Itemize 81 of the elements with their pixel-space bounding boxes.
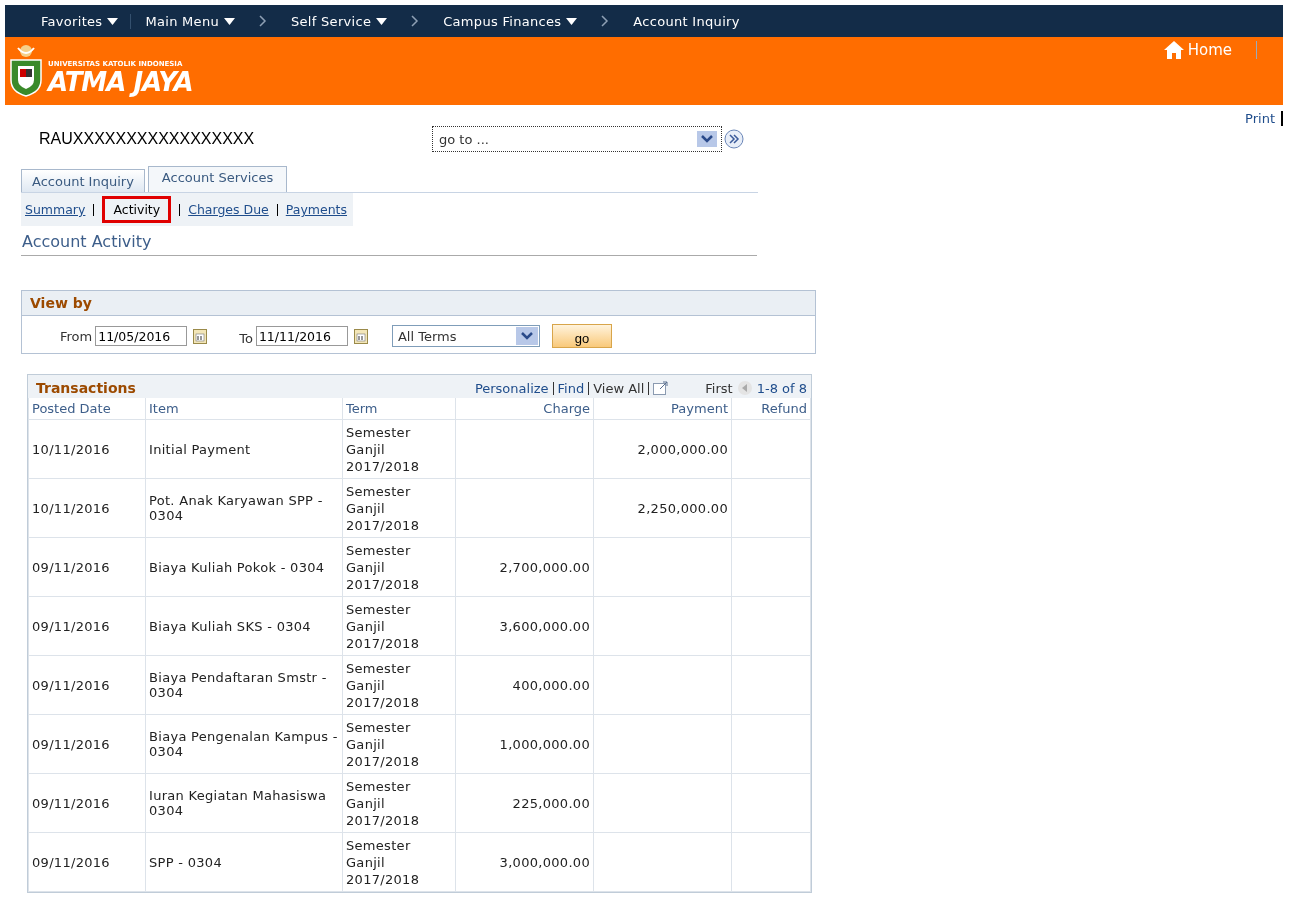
- table-cell: 10/11/2016: [28, 478, 146, 538]
- table-cell: 09/11/2016: [28, 596, 146, 656]
- from-label: From: [60, 328, 93, 344]
- dropdown-arrow-icon: [376, 17, 388, 25]
- go-button[interactable]: go: [551, 324, 612, 348]
- column-header: Term: [342, 398, 456, 420]
- table-cell: 09/11/2016: [28, 537, 146, 597]
- table-cell: Biaya Pengenalan Kampus - 0304: [145, 714, 343, 774]
- nav-menu-item[interactable]: Campus Finances: [429, 13, 592, 29]
- dropdown-arrow-icon: [224, 17, 235, 25]
- print-link[interactable]: Print: [1245, 111, 1283, 126]
- chevron-icon: [411, 15, 420, 27]
- table-cell: SPP - 0304: [145, 832, 343, 892]
- table-cell: Pot. Anak Karyawan SPP - 0304: [145, 478, 343, 538]
- nav-menu-item[interactable]: Main Menu: [131, 13, 249, 29]
- view-all-text: View All: [593, 380, 645, 396]
- student-name: RAUXXXXXXXXXXXXXXXXX: [38, 130, 256, 148]
- table-cell: 3,000,000.00: [455, 832, 594, 892]
- tab[interactable]: Account Inquiry: [21, 169, 145, 192]
- table-cell: Semester Ganjil 2017/2018: [342, 773, 456, 833]
- table-cell: 09/11/2016: [28, 832, 146, 892]
- table-cell: Semester Ganjil 2017/2018: [342, 714, 456, 774]
- subnav-link[interactable]: Summary: [25, 202, 86, 217]
- grid-title: Transactions: [36, 380, 136, 396]
- table-cell: 09/11/2016: [28, 714, 146, 774]
- dropdown-arrow-icon: [566, 17, 578, 25]
- column-header: Refund: [731, 398, 811, 420]
- table-cell: 3,600,000.00: [455, 596, 594, 656]
- table-cell: Semester Ganjil 2017/2018: [342, 478, 456, 538]
- to-label: To: [239, 331, 253, 346]
- table-cell: 225,000.00: [455, 773, 594, 833]
- subnav-link[interactable]: Payments: [285, 202, 347, 217]
- table-cell: Biaya Kuliah Pokok - 0304: [145, 537, 343, 597]
- table-cell: Iuran Kegiatan Mahasiswa 0304: [145, 773, 343, 833]
- column-header: Item: [145, 398, 343, 420]
- home-icon: [1163, 41, 1184, 59]
- table-cell: 400,000.00: [455, 655, 594, 715]
- row-count: 1-8 of 8: [756, 380, 807, 396]
- table-cell: Biaya Pendaftaran Smstr - 0304: [145, 655, 343, 715]
- table-cell: 2,250,000.00: [593, 478, 732, 538]
- panel-title: View by: [22, 291, 815, 316]
- table-cell: Semester Ganjil 2017/2018: [342, 832, 456, 892]
- subnav-link[interactable]: Activity: [102, 196, 172, 223]
- table-cell: Semester Ganjil 2017/2018: [342, 537, 456, 597]
- grid-link[interactable]: Find: [557, 380, 585, 396]
- table-cell: 2,000,000.00: [593, 419, 732, 479]
- to-date-field[interactable]: 11/11/2016: [255, 326, 348, 346]
- crest-icon: [8, 42, 44, 98]
- nav-menu-item[interactable]: Favorites: [37, 13, 132, 29]
- chevron-icon: [601, 15, 610, 27]
- table-cell: 2,700,000.00: [455, 537, 594, 597]
- page-title: Account Activity: [21, 226, 757, 256]
- chevron-icon: [259, 15, 267, 27]
- calendar-icon[interactable]: [193, 328, 208, 344]
- previous-icon[interactable]: [736, 380, 753, 396]
- subnav-link[interactable]: Charges Due: [188, 202, 269, 217]
- table-cell: 09/11/2016: [28, 655, 146, 715]
- from-date-field[interactable]: 11/05/2016: [95, 326, 188, 346]
- grid-link[interactable]: Personalize: [474, 380, 549, 396]
- table-cell: 1,000,000.00: [455, 714, 594, 774]
- table-cell: Semester Ganjil 2017/2018: [342, 419, 456, 479]
- tab[interactable]: Account Services: [147, 166, 288, 192]
- calendar-icon[interactable]: [353, 328, 368, 344]
- column-header: Payment: [593, 398, 732, 420]
- nav-menu-item[interactable]: Account Inquiry: [619, 13, 754, 29]
- table-cell: 10/11/2016: [28, 419, 146, 479]
- go-to-dropdown[interactable]: go to ...: [432, 126, 722, 152]
- table-cell: Semester Ganjil 2017/2018: [342, 596, 456, 656]
- column-header: Charge: [455, 398, 594, 420]
- table-cell: Semester Ganjil 2017/2018: [342, 655, 456, 715]
- logo-wordmark: ATMA JAYA: [48, 68, 193, 96]
- first-text: First: [705, 380, 733, 396]
- term-dropdown[interactable]: All Terms: [391, 325, 540, 347]
- column-header: Posted Date: [28, 398, 146, 420]
- nav-menu-item[interactable]: Self Service: [277, 13, 402, 29]
- table-cell: Initial Payment: [145, 419, 343, 479]
- table-cell: Biaya Kuliah SKS - 0304: [145, 596, 343, 656]
- dropdown-arrow-icon: [107, 17, 119, 25]
- go-arrow-button[interactable]: [724, 129, 744, 149]
- new-window-icon[interactable]: [653, 381, 670, 395]
- table-cell: 09/11/2016: [28, 773, 146, 833]
